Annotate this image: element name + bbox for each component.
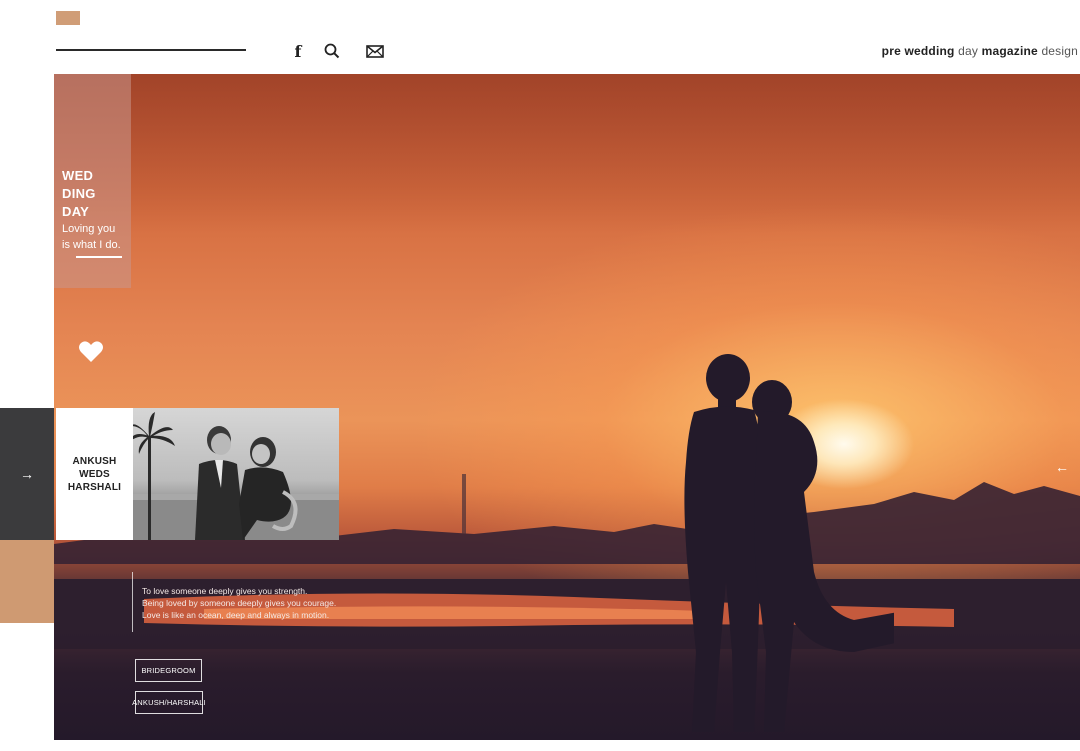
title-line-2: DING (62, 186, 96, 201)
couple-bw-photo (133, 408, 339, 540)
foreground-ground (54, 630, 1080, 740)
brand-swatch (56, 11, 80, 25)
title-underline (76, 256, 122, 258)
title-panel: WED DING DAY Loving you is what I do. (54, 74, 131, 288)
tagline-word-3: magazine (981, 44, 1038, 58)
heart-icon[interactable] (78, 340, 104, 364)
quote-divider (132, 572, 133, 632)
name-line-3: HARSHALI (67, 481, 122, 493)
tagline-word-4: design (1041, 44, 1078, 58)
quote-line-3: Love is like an ocean, deep and always i… (142, 610, 330, 620)
subtitle-line-1: Loving you (62, 223, 116, 235)
name-line-2: WEDS (79, 468, 110, 480)
couple-names-card: ANKUSH WEDS HARSHALI (56, 408, 133, 540)
quote-line-2: Being loved by someone deeply gives you … (142, 598, 337, 608)
bridegroom-button[interactable]: BRIDEGROOM (135, 659, 202, 682)
mail-icon[interactable] (365, 41, 385, 61)
title-line-3: DAY (62, 204, 90, 219)
search-icon[interactable] (322, 41, 342, 61)
couple-names-button[interactable]: ANKUSH/HARSHALI (132, 691, 206, 714)
facebook-icon[interactable]: f (288, 41, 308, 61)
subtitle-line-2: is what I do. (62, 239, 121, 251)
couple-names: ANKUSH WEDS HARSHALI (68, 455, 121, 494)
title-subtitle: Loving you is what I do. (62, 221, 121, 253)
previous-arrow-button[interactable]: → (0, 408, 54, 540)
accent-block (0, 540, 54, 623)
tagline-word-1: pre wedding (881, 44, 955, 58)
next-arrow-button[interactable]: ← (1050, 455, 1074, 479)
title-line-1: WED (62, 168, 94, 183)
couple-silhouette (684, 354, 894, 732)
wedding-day-title: WED DING DAY (62, 167, 96, 221)
header-divider (56, 49, 246, 51)
name-line-1: ANKUSH (72, 455, 117, 467)
arrow-left-icon: ← (1055, 459, 1069, 475)
arrow-right-icon: → (20, 466, 34, 482)
site-tagline: pre wedding day magazine design (882, 44, 1078, 58)
tagline-word-2: day (958, 44, 979, 58)
bw-photo-scene (133, 412, 339, 540)
hero-sunset-photo (54, 74, 1080, 740)
love-quote: To love someone deeply gives you strengt… (142, 585, 336, 621)
quote-line-1: To love someone deeply gives you strengt… (142, 586, 308, 596)
sky-shade (54, 74, 1080, 234)
